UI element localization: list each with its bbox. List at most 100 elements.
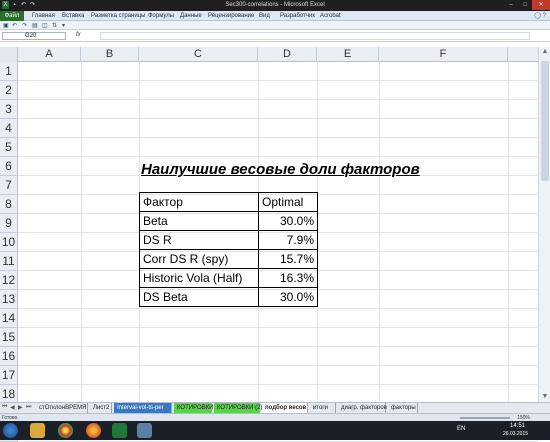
row-header[interactable]: 9 [0, 214, 18, 233]
header-cell-optimal[interactable]: Optimal [258, 192, 318, 212]
tab-developer[interactable]: Разработчик [280, 13, 315, 19]
header-cell-factor[interactable]: Фактор [139, 192, 259, 212]
first-sheet-icon[interactable]: ⏮ [2, 404, 7, 411]
vertical-scrollbar[interactable]: ▲ ▼ [538, 47, 550, 402]
row-header[interactable]: 16 [0, 347, 18, 366]
redo-icon[interactable]: ↷ [22, 22, 27, 29]
grid-line [18, 99, 538, 100]
factor-weight-cell[interactable]: 30.0% [258, 287, 318, 307]
column-header-a[interactable]: A [18, 47, 81, 62]
sheet-tab[interactable]: диагр. факторов [338, 403, 387, 413]
table-row: Corr DS R (spy) 15.7% [139, 249, 318, 269]
tab-insert[interactable]: Вставка [62, 13, 84, 19]
sheet-tab[interactable]: Лист2 [90, 403, 112, 413]
sheet-tab[interactable]: подбор весов [262, 403, 308, 413]
undo-icon[interactable]: ↶ [12, 22, 17, 29]
grid-line [18, 365, 538, 366]
tab-acrobat[interactable]: Acrobat [320, 13, 341, 19]
row-header[interactable]: 10 [0, 233, 18, 252]
grid-line [18, 156, 538, 157]
language-indicator[interactable]: EN [457, 426, 465, 432]
sheet-tab[interactable]: факторы [388, 403, 418, 413]
prev-sheet-icon[interactable]: ◀ [10, 404, 15, 411]
save-icon[interactable]: ▣ [3, 22, 9, 29]
tab-review[interactable]: Рецензирование [208, 13, 254, 19]
row-header[interactable]: 6 [0, 157, 18, 176]
sheet-tab[interactable]: стОтклонВРЕМЯ [36, 403, 88, 413]
scrollbar-thumb[interactable] [541, 61, 549, 181]
factor-weight-cell[interactable]: 7.9% [258, 230, 318, 250]
row-header[interactable]: 14 [0, 309, 18, 328]
factor-weight-cell[interactable]: 15.7% [258, 249, 318, 269]
sheet-tab[interactable]: КОТИРОВКИ (2) [214, 403, 262, 413]
grid-line [18, 346, 538, 347]
fx-icon[interactable]: fx [76, 32, 81, 38]
excel-icon[interactable] [112, 423, 127, 438]
row-header[interactable]: 3 [0, 100, 18, 119]
factor-weight-cell[interactable]: 30.0% [258, 211, 318, 231]
window-controls: – □ ✕ [504, 0, 550, 10]
last-sheet-icon[interactable]: ⏭ [26, 404, 31, 411]
scroll-up-icon[interactable]: ▲ [539, 47, 550, 57]
factor-name-cell[interactable]: Beta [139, 211, 259, 231]
row-header[interactable]: 13 [0, 290, 18, 309]
row-header[interactable]: 15 [0, 328, 18, 347]
column-headers: A B C D E F [0, 47, 550, 62]
row-header[interactable]: 1 [0, 62, 18, 81]
sort-icon[interactable]: ⇅ [52, 22, 57, 29]
grid-line [18, 384, 538, 385]
chrome-icon[interactable] [58, 423, 73, 438]
scroll-down-icon[interactable]: ▼ [539, 392, 550, 402]
row-header[interactable]: 4 [0, 119, 18, 138]
file-explorer-icon[interactable] [30, 423, 45, 438]
column-header-d[interactable]: D [258, 47, 317, 62]
close-icon[interactable]: ✕ [532, 0, 550, 10]
factor-name-cell[interactable]: DS Beta [139, 287, 259, 307]
app-icon[interactable] [137, 423, 152, 438]
tab-page-layout[interactable]: Разметка страницы [91, 13, 145, 19]
row-header[interactable]: 7 [0, 176, 18, 195]
column-header-e[interactable]: E [317, 47, 379, 62]
print-icon[interactable]: ▤ [32, 22, 38, 29]
firefox-icon[interactable] [86, 423, 101, 438]
select-all-button[interactable] [0, 47, 18, 62]
window-title: Sec300-correlations - Microsoft Excel [225, 2, 325, 8]
factor-weight-cell[interactable]: 16.3% [258, 268, 318, 288]
row-header[interactable]: 11 [0, 252, 18, 271]
preview-icon[interactable]: ◫ [42, 22, 48, 29]
tab-data[interactable]: Данные [180, 13, 202, 19]
column-header-c[interactable]: C [139, 47, 258, 62]
row-header[interactable]: 5 [0, 138, 18, 157]
sheet-heading: Наилучшие весовые доли факторов [141, 161, 420, 178]
sheet-tab[interactable]: Interval-vol-ts-per [114, 403, 172, 413]
factor-name-cell[interactable]: Corr DS R (spy) [139, 249, 259, 269]
factor-name-cell[interactable]: Historic Vola (Half) [139, 268, 259, 288]
tab-view[interactable]: Вид [259, 13, 270, 19]
tab-formulas[interactable]: Формулы [148, 13, 174, 19]
maximize-icon[interactable]: □ [518, 0, 532, 10]
help-icon[interactable]: ◯ ? [534, 12, 546, 19]
zoom-slider[interactable] [460, 417, 510, 419]
column-header-f[interactable]: F [379, 47, 508, 62]
clock-date[interactable]: 26.03.2015 [503, 431, 528, 437]
row-header[interactable]: 2 [0, 81, 18, 100]
next-sheet-icon[interactable]: ▶ [18, 404, 23, 411]
sheet-tab[interactable]: КОТИРОВКИ [174, 403, 213, 413]
table-row: Historic Vola (Half) 16.3% [139, 268, 318, 288]
start-button-icon[interactable] [3, 423, 18, 438]
row-header[interactable]: 12 [0, 271, 18, 290]
tab-file[interactable]: Файл [0, 11, 24, 21]
row-header[interactable]: 8 [0, 195, 18, 214]
tab-home[interactable]: Главная [32, 13, 55, 19]
row-header[interactable]: 17 [0, 366, 18, 385]
title-bar: X ▪ ↶ ↷ Sec300-correlations - Microsoft … [0, 0, 550, 11]
chevron-down-icon[interactable]: ▾ [62, 22, 65, 29]
clock-time[interactable]: 14:51 [510, 423, 525, 429]
name-box[interactable]: G20 [2, 32, 66, 40]
minimize-icon[interactable]: – [504, 0, 518, 10]
factor-name-cell[interactable]: DS R [139, 230, 259, 250]
sheet-tab-bar: ⏮ ◀ ▶ ⏭ стОтклонВРЕМЯ Лист2 Interval-vol-t… [0, 402, 550, 413]
sheet-tab[interactable]: итоги [310, 403, 336, 413]
formula-input[interactable] [100, 32, 530, 40]
column-header-b[interactable]: B [81, 47, 139, 62]
